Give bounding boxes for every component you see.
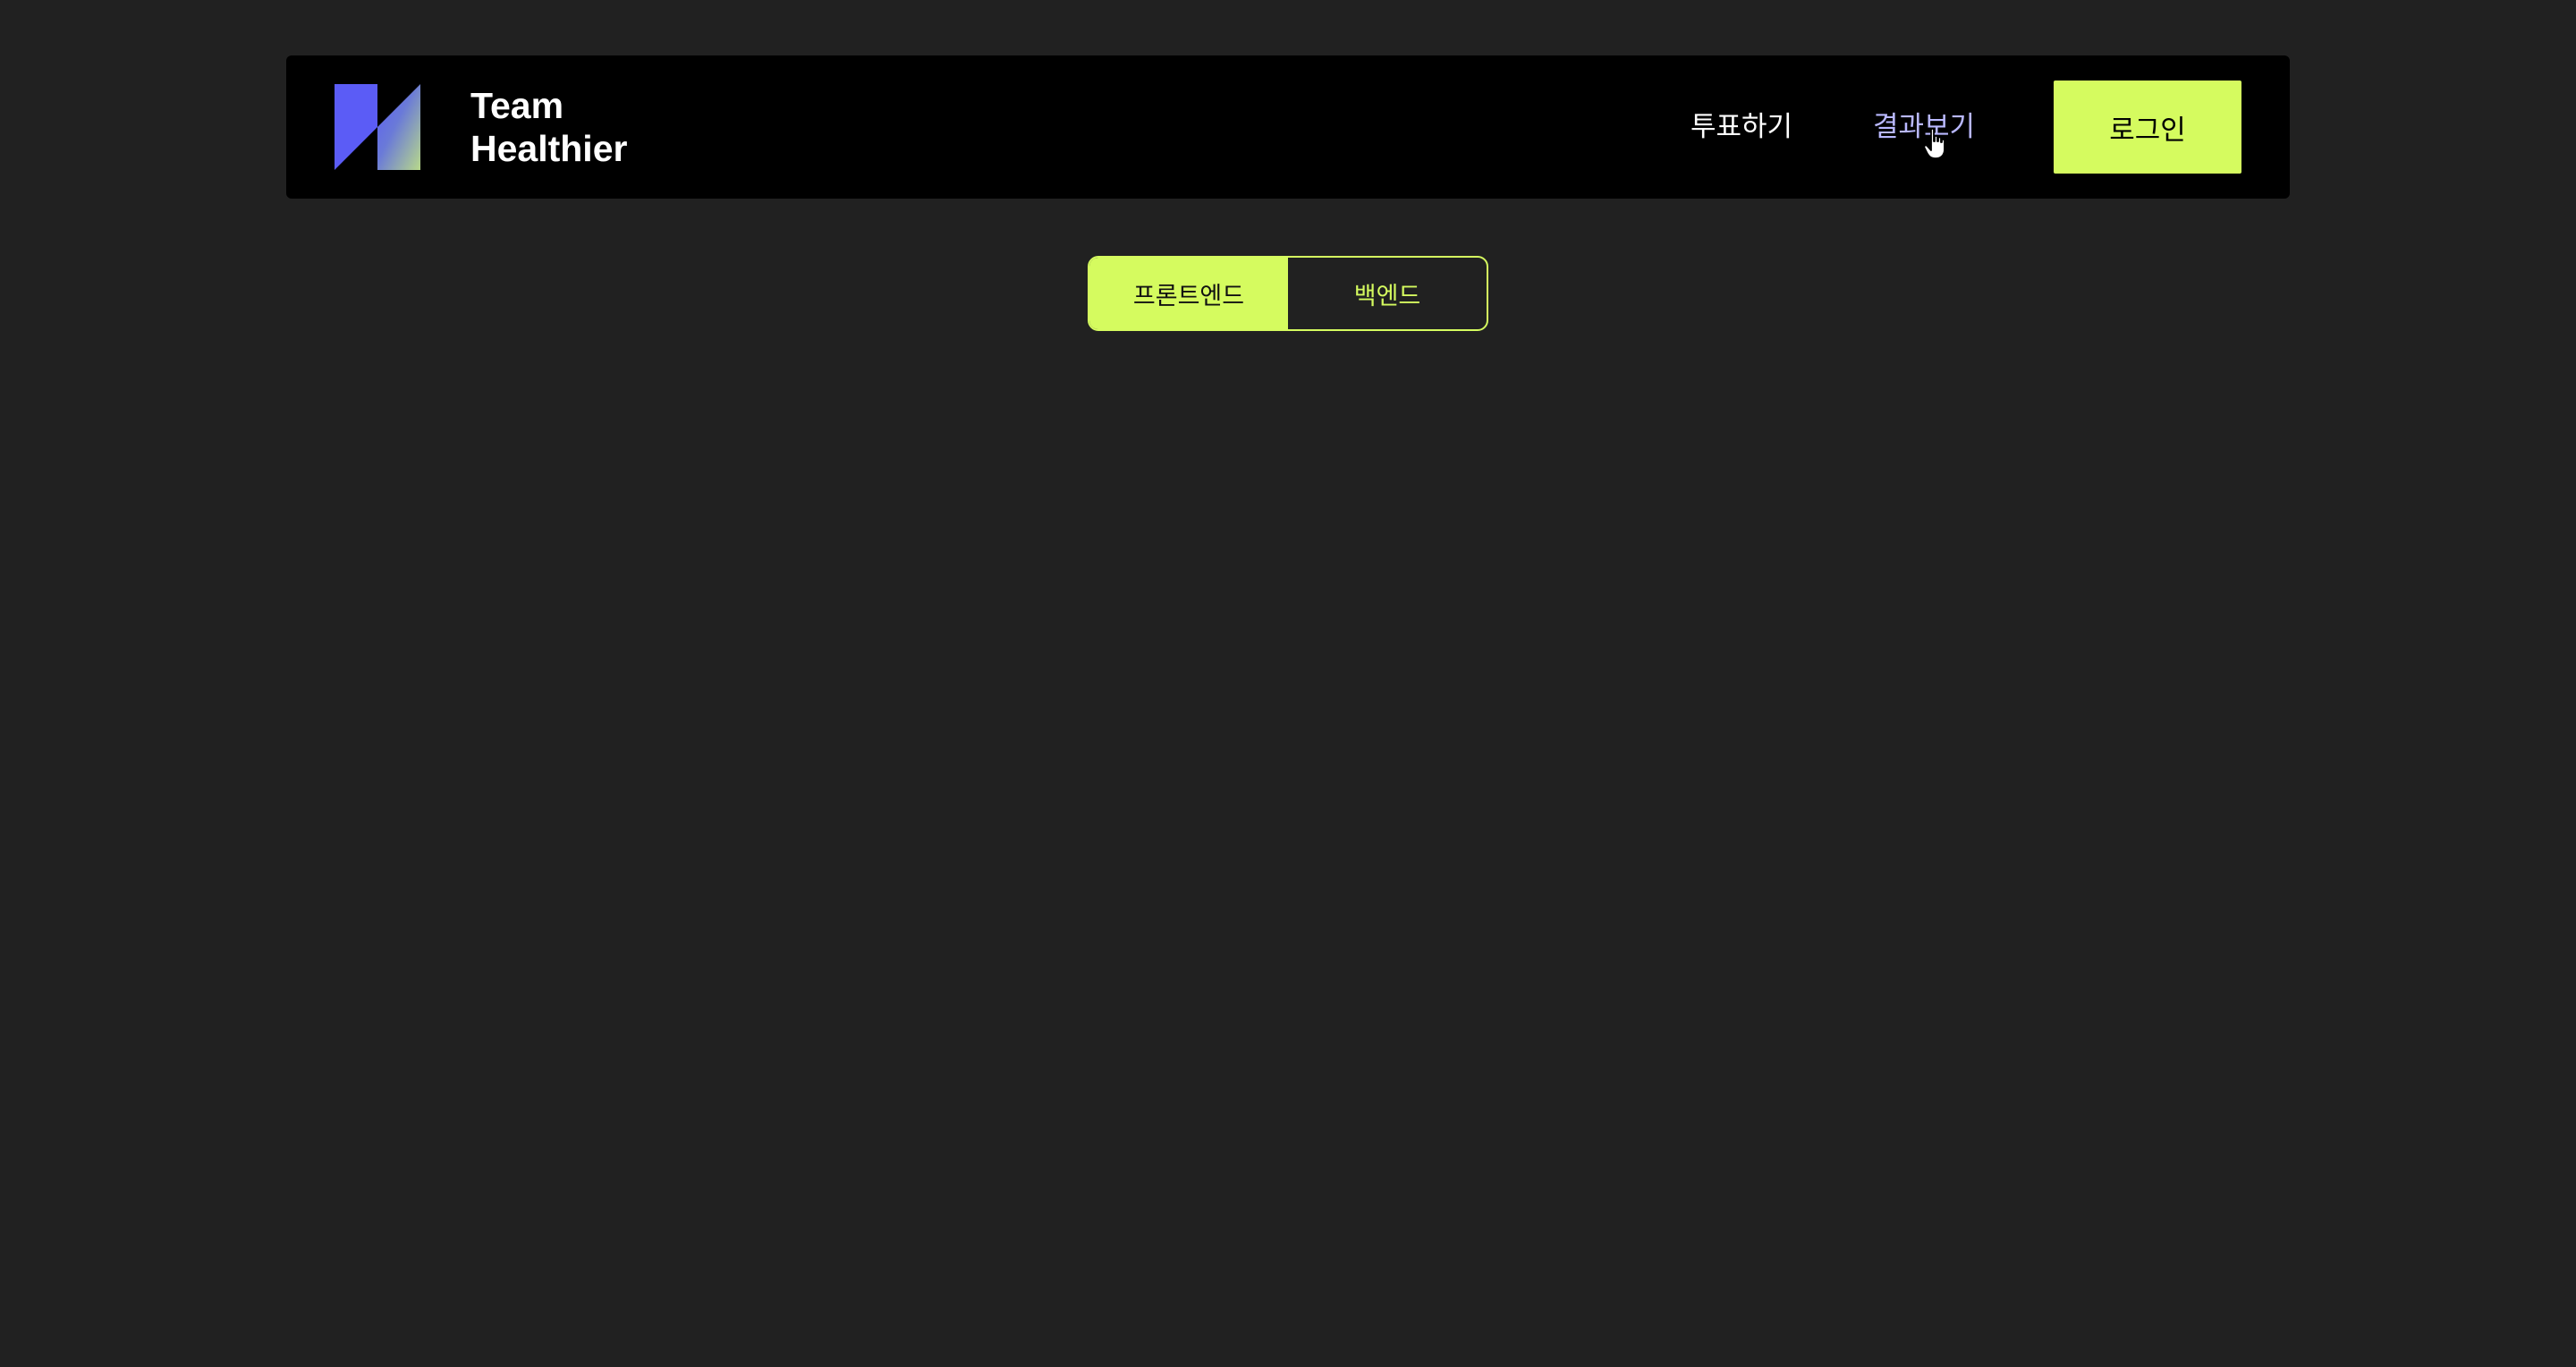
brand-name: Team Healthier	[470, 84, 627, 170]
brand-name-line2: Healthier	[470, 128, 628, 169]
top-navbar: Team Healthier 투표하기 결과보기 로그인	[286, 55, 2290, 199]
toggle-frontend-button[interactable]: 프론트엔드	[1089, 258, 1288, 329]
stack-toggle: 프론트엔드 백엔드	[1088, 256, 1488, 331]
brand[interactable]: Team Healthier	[335, 84, 627, 170]
toggle-backend-button[interactable]: 백엔드	[1288, 258, 1487, 329]
team-healthier-logo-icon	[335, 84, 420, 170]
nav-results-link[interactable]: 결과보기	[1873, 100, 1975, 154]
nav-vote-link[interactable]: 투표하기	[1690, 100, 1792, 154]
login-button[interactable]: 로그인	[2054, 81, 2241, 174]
brand-name-line1: Team	[470, 85, 564, 126]
